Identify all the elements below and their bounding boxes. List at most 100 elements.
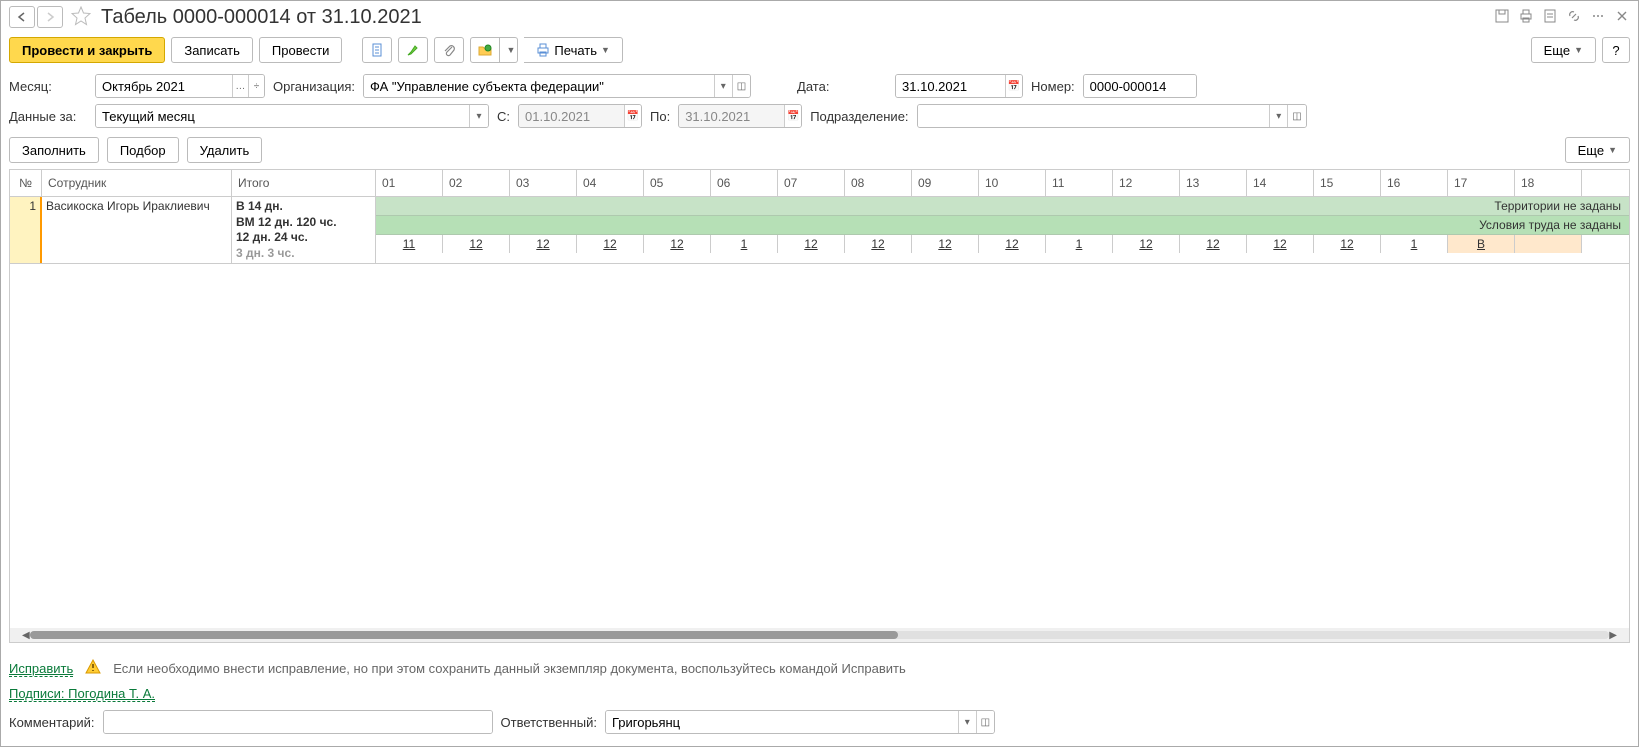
- org-field[interactable]: ▾ ◫: [363, 74, 751, 98]
- day-cell[interactable]: 12: [912, 235, 979, 253]
- th-day[interactable]: 01: [376, 170, 443, 196]
- horizontal-scrollbar[interactable]: ◀ ▶: [10, 628, 1629, 642]
- sign-link[interactable]: Подписи: Погодина Т. А.: [9, 686, 155, 702]
- data-for-input[interactable]: [96, 105, 469, 127]
- th-day[interactable]: 10: [979, 170, 1046, 196]
- scroll-left-icon[interactable]: ◀: [22, 630, 30, 641]
- delete-button[interactable]: Удалить: [187, 137, 263, 163]
- day-cell[interactable]: 12: [1180, 235, 1247, 253]
- th-num[interactable]: №: [10, 170, 42, 196]
- table-row[interactable]: 1 Васикоска Игорь Ираклиевич В 14 дн. ВМ…: [10, 197, 1629, 264]
- th-total[interactable]: Итого: [232, 170, 376, 196]
- th-day[interactable]: 03: [510, 170, 577, 196]
- date-input[interactable]: [896, 75, 1005, 97]
- day-cell[interactable]: В: [1448, 235, 1515, 253]
- nav-forward-button[interactable]: [37, 6, 63, 28]
- scrollbar-track[interactable]: [30, 631, 1610, 639]
- print-button-group: Печать▼: [524, 37, 623, 63]
- close-icon[interactable]: [1614, 8, 1630, 27]
- subdivision-input[interactable]: [918, 105, 1270, 127]
- date-calendar-button[interactable]: 📅: [1005, 75, 1022, 97]
- month-field[interactable]: … ÷: [95, 74, 265, 98]
- day-cell[interactable]: 1: [711, 235, 778, 253]
- th-day[interactable]: 02: [443, 170, 510, 196]
- more-button[interactable]: Еще▼: [1531, 37, 1596, 63]
- day-cell[interactable]: 12: [778, 235, 845, 253]
- day-cell[interactable]: 12: [1314, 235, 1381, 253]
- folder-dropdown-button[interactable]: ▼: [500, 37, 518, 63]
- day-cell[interactable]: 12: [979, 235, 1046, 253]
- print-button[interactable]: Печать▼: [524, 37, 623, 63]
- th-day[interactable]: 09: [912, 170, 979, 196]
- highlight-icon-button[interactable]: [398, 37, 428, 63]
- nav-back-button[interactable]: [9, 6, 35, 28]
- responsible-dropdown-button[interactable]: ▾: [958, 711, 976, 733]
- subdivision-field[interactable]: ▾ ◫: [917, 104, 1307, 128]
- th-day[interactable]: 08: [845, 170, 912, 196]
- folder-button[interactable]: [470, 37, 500, 63]
- link-icon[interactable]: [1566, 8, 1582, 27]
- responsible-open-button[interactable]: ◫: [976, 711, 994, 733]
- comment-field[interactable]: [103, 710, 493, 734]
- day-cell[interactable]: 12: [845, 235, 912, 253]
- more-icon[interactable]: [1590, 8, 1606, 27]
- number-input[interactable]: [1084, 75, 1196, 97]
- th-day[interactable]: 13: [1180, 170, 1247, 196]
- save-icon[interactable]: [1494, 8, 1510, 27]
- th-day[interactable]: 15: [1314, 170, 1381, 196]
- responsible-field[interactable]: ▾ ◫: [605, 710, 995, 734]
- org-dropdown-button[interactable]: ▾: [714, 75, 732, 97]
- th-day[interactable]: 07: [778, 170, 845, 196]
- day-cell[interactable]: 12: [1113, 235, 1180, 253]
- pick-button[interactable]: Подбор: [107, 137, 179, 163]
- post-and-close-button[interactable]: Провести и закрыть: [9, 37, 165, 63]
- day-cell[interactable]: 11: [376, 235, 443, 253]
- day-cell[interactable]: 12: [510, 235, 577, 253]
- table-more-button[interactable]: Еще▼: [1565, 137, 1630, 163]
- print-icon[interactable]: [1518, 8, 1534, 27]
- scroll-right-icon[interactable]: ▶: [1609, 630, 1617, 641]
- day-cell[interactable]: [1515, 235, 1582, 253]
- th-day[interactable]: 06: [711, 170, 778, 196]
- write-button[interactable]: Записать: [171, 37, 253, 63]
- th-day[interactable]: 16: [1381, 170, 1448, 196]
- th-day[interactable]: 04: [577, 170, 644, 196]
- doc-icon-button[interactable]: [362, 37, 392, 63]
- post-button[interactable]: Провести: [259, 37, 343, 63]
- day-cell[interactable]: 12: [1247, 235, 1314, 253]
- number-field[interactable]: [1083, 74, 1197, 98]
- report-icon[interactable]: [1542, 8, 1558, 27]
- favorite-star-icon[interactable]: [71, 6, 91, 29]
- th-day[interactable]: 18: [1515, 170, 1582, 196]
- day-cell[interactable]: 12: [577, 235, 644, 253]
- th-day[interactable]: 17: [1448, 170, 1515, 196]
- month-input[interactable]: [96, 75, 232, 97]
- data-for-field[interactable]: ▾: [95, 104, 489, 128]
- subdivision-open-button[interactable]: ◫: [1287, 105, 1305, 127]
- th-employee[interactable]: Сотрудник: [42, 170, 232, 196]
- th-day[interactable]: 12: [1113, 170, 1180, 196]
- day-cell[interactable]: 12: [644, 235, 711, 253]
- help-button[interactable]: ?: [1602, 37, 1630, 63]
- org-input[interactable]: [364, 75, 714, 97]
- fill-button[interactable]: Заполнить: [9, 137, 99, 163]
- th-day[interactable]: 11: [1046, 170, 1113, 196]
- month-spinner-button[interactable]: ÷: [248, 75, 264, 97]
- scrollbar-thumb[interactable]: [30, 631, 899, 639]
- day-cell[interactable]: 12: [443, 235, 510, 253]
- month-ellipsis-button[interactable]: …: [232, 75, 248, 97]
- subdivision-dropdown-button[interactable]: ▾: [1269, 105, 1287, 127]
- fix-link[interactable]: Исправить: [9, 661, 73, 677]
- day-cell[interactable]: 1: [1381, 235, 1448, 253]
- th-day[interactable]: 05: [644, 170, 711, 196]
- comment-input[interactable]: [104, 711, 492, 733]
- data-for-dropdown-button[interactable]: ▾: [469, 105, 488, 127]
- org-open-button[interactable]: ◫: [732, 75, 750, 97]
- table-scroll[interactable]: № Сотрудник Итого 0102030405060708091011…: [10, 170, 1629, 628]
- main-toolbar: Провести и закрыть Записать Провести ▼ П…: [1, 33, 1638, 71]
- day-cell[interactable]: 1: [1046, 235, 1113, 253]
- responsible-input[interactable]: [606, 711, 958, 733]
- date-field[interactable]: 📅: [895, 74, 1023, 98]
- th-day[interactable]: 14: [1247, 170, 1314, 196]
- attach-icon-button[interactable]: [434, 37, 464, 63]
